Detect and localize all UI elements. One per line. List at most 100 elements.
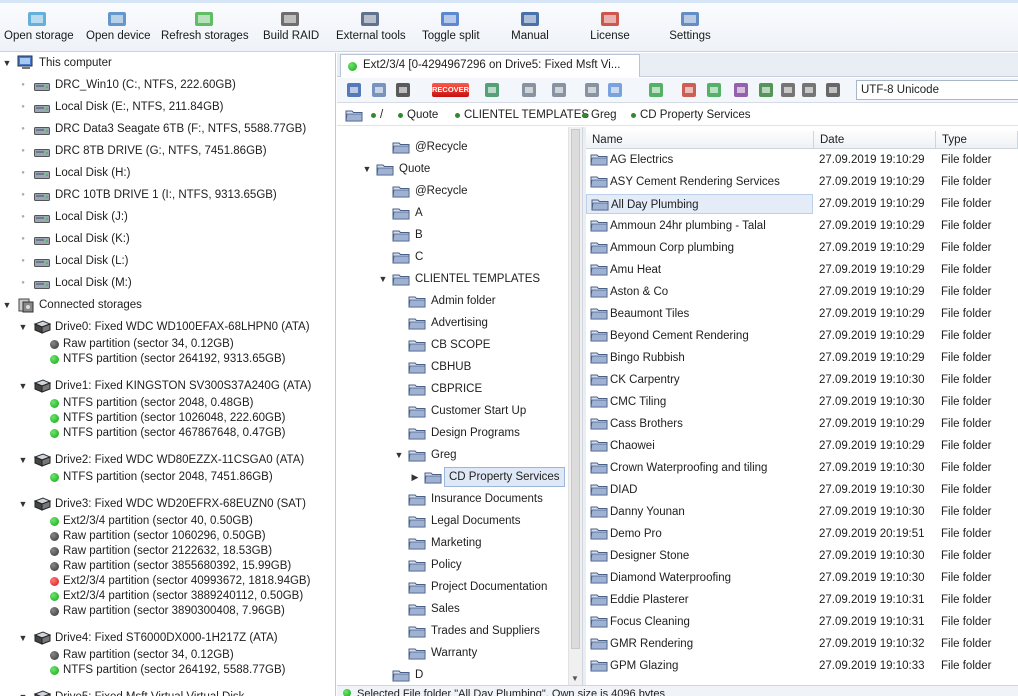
breadcrumb-item[interactable]: CD Property Services bbox=[640, 104, 751, 126]
file-row[interactable]: Demo Pro 27.09.2019 20:19:51 File folder bbox=[586, 523, 1018, 545]
column-header-date[interactable]: Date bbox=[814, 131, 936, 149]
expand-toggle-icon[interactable]: ▼ bbox=[394, 446, 404, 464]
file-row[interactable]: Ammoun 24hr plumbing - Talal 27.09.2019 1… bbox=[586, 215, 1018, 237]
tree-drive[interactable]: ▼ Drive3: Fixed WDC WD20EFRX-68EUZN0 (SAT… bbox=[0, 495, 335, 513]
folder-tree-item[interactable]: C bbox=[337, 248, 567, 266]
folder-tree[interactable]: @Recycle ▼ Quote @Recycle A B C ▼ CLIENTEL TEMPL… bbox=[337, 127, 582, 685]
breadcrumb-item[interactable]: / bbox=[380, 104, 383, 126]
file-row[interactable]: Danny Younan 27.09.2019 19:10:30 File fold… bbox=[586, 501, 1018, 523]
file-tool-16-icon[interactable] bbox=[824, 81, 842, 99]
folder-tree-item[interactable]: Advertising bbox=[337, 314, 567, 332]
folder-tree-item[interactable]: Admin folder bbox=[337, 292, 567, 310]
file-tool-2-icon[interactable] bbox=[370, 81, 388, 99]
file-tool-9-icon[interactable] bbox=[647, 81, 665, 99]
folder-tree-item[interactable]: @Recycle bbox=[337, 182, 567, 200]
tree-connected-storages[interactable]: ▼ Connected storages bbox=[0, 296, 335, 314]
breadcrumb-item[interactable]: CLIENTEL TEMPLATES bbox=[464, 104, 589, 126]
tree-partition[interactable]: Raw partition (sector 3890300408, 7.96GB… bbox=[0, 602, 335, 620]
expand-toggle-icon[interactable]: ▼ bbox=[18, 495, 28, 513]
scroll-down-icon[interactable]: ▼ bbox=[571, 674, 579, 683]
file-tool-13-icon[interactable] bbox=[757, 81, 775, 99]
expand-toggle-icon[interactable]: ▼ bbox=[18, 451, 28, 469]
folder-tree-item[interactable]: CBPRICE bbox=[337, 380, 567, 398]
tree-partition[interactable]: NTFS partition (sector 264192, 5588.77GB… bbox=[0, 661, 335, 679]
file-row[interactable]: GPM Glazing 27.09.2019 19:10:33 File folde… bbox=[586, 655, 1018, 677]
folder-tree-item[interactable]: Design Programs bbox=[337, 424, 567, 442]
file-tool-3-icon[interactable] bbox=[394, 81, 412, 99]
file-row[interactable]: Beaumont Tiles 27.09.2019 19:10:29 File fo… bbox=[586, 303, 1018, 325]
file-row[interactable]: All Day Plumbing 27.09.2019 19:10:29 File … bbox=[586, 193, 1018, 215]
file-tool-4-icon[interactable] bbox=[483, 81, 501, 99]
folder-tree-item[interactable]: ▼ Quote bbox=[337, 160, 567, 178]
tree-drive[interactable]: ▼ Drive2: Fixed WDC WD80EZZX-11CSGA0 (ATA… bbox=[0, 451, 335, 469]
column-header-name[interactable]: Name bbox=[586, 131, 814, 149]
file-row[interactable]: ASY Cement Rendering Services 27.09.2019 … bbox=[586, 171, 1018, 193]
folder-tree-item[interactable]: D bbox=[337, 666, 567, 684]
expand-toggle-icon[interactable]: ▼ bbox=[362, 160, 372, 178]
folder-tree-item[interactable]: Marketing bbox=[337, 534, 567, 552]
column-header-type[interactable]: Type bbox=[936, 131, 1018, 149]
expand-toggle-icon[interactable]: ▼ bbox=[18, 629, 28, 647]
folder-tree-item[interactable]: CBHUB bbox=[337, 358, 567, 376]
file-row[interactable]: AG Electrics 27.09.2019 19:10:29 File fold… bbox=[586, 149, 1018, 171]
folder-tree-scrollbar[interactable]: ▼ bbox=[568, 127, 582, 685]
file-row[interactable]: Beyond Cement Rendering 27.09.2019 19:10:… bbox=[586, 325, 1018, 347]
open-device-button[interactable]: Open device bbox=[86, 6, 151, 50]
scrollbar-thumb[interactable] bbox=[571, 129, 580, 649]
folder-tree-item[interactable]: Customer Start Up bbox=[337, 402, 567, 420]
tree-local-drive[interactable]: ● Local Disk (L:) bbox=[0, 252, 335, 270]
manual-button[interactable]: Manual bbox=[511, 6, 549, 50]
tab-partition[interactable]: Ext2/3/4 [0-4294967296 on Drive5: Fixed … bbox=[340, 54, 640, 77]
file-row[interactable]: Designer Stone 27.09.2019 19:10:30 File fo… bbox=[586, 545, 1018, 567]
expand-toggle-icon[interactable]: ▼ bbox=[378, 270, 388, 288]
tree-local-drive[interactable]: ● Local Disk (K:) bbox=[0, 230, 335, 248]
file-row[interactable]: Bingo Rubbish 27.09.2019 19:10:29 File fol… bbox=[586, 347, 1018, 369]
expand-toggle-icon[interactable]: ▼ bbox=[18, 377, 28, 395]
file-tool-14-icon[interactable] bbox=[779, 81, 797, 99]
file-row[interactable]: CK Carpentry 27.09.2019 19:10:30 File fold… bbox=[586, 369, 1018, 391]
file-tool-15-icon[interactable] bbox=[800, 81, 818, 99]
tree-local-drive[interactable]: ● Local Disk (H:) bbox=[0, 164, 335, 182]
recover-button[interactable]: RECOVER bbox=[432, 83, 469, 97]
file-row[interactable]: Focus Cleaning 27.09.2019 19:10:31 File fo… bbox=[586, 611, 1018, 633]
folder-tree-item[interactable]: ▶ CD Property Services bbox=[337, 467, 567, 487]
tree-partition[interactable]: NTFS partition (sector 264192, 9313.65GB… bbox=[0, 350, 335, 368]
folder-tree-item[interactable]: B bbox=[337, 226, 567, 244]
file-row[interactable]: Aston & Co 27.09.2019 19:10:29 File folder bbox=[586, 281, 1018, 303]
file-row[interactable]: CMC Tiling 27.09.2019 19:10:30 File folder bbox=[586, 391, 1018, 413]
file-row[interactable]: Eddie Plasterer 27.09.2019 19:10:31 File f… bbox=[586, 589, 1018, 611]
refresh-storages-button[interactable]: Refresh storages bbox=[161, 6, 249, 50]
license-button[interactable]: License bbox=[590, 6, 630, 50]
toggle-split-button[interactable]: Toggle split bbox=[422, 6, 480, 50]
file-row[interactable]: DIAD 27.09.2019 19:10:30 File folder bbox=[586, 479, 1018, 501]
folder-tree-item[interactable]: Policy bbox=[337, 556, 567, 574]
folder-tree-item[interactable]: ▼ CLIENTEL TEMPLATES bbox=[337, 270, 567, 288]
tree-local-drive[interactable]: ● Local Disk (E:, NTFS, 211.84GB) bbox=[0, 98, 335, 116]
tree-local-drive[interactable]: ● DRC_Win10 (C:, NTFS, 222.60GB) bbox=[0, 76, 335, 94]
tree-drive[interactable]: ▼ Drive4: Fixed ST6000DX000-1H217Z (ATA) bbox=[0, 629, 335, 647]
file-row[interactable]: Diamond Waterproofing 27.09.2019 19:10:30… bbox=[586, 567, 1018, 589]
file-row[interactable]: Cass Brothers 27.09.2019 19:10:29 File fol… bbox=[586, 413, 1018, 435]
file-tool-6-icon[interactable] bbox=[550, 81, 568, 99]
file-tool-10-icon[interactable] bbox=[680, 81, 698, 99]
storage-tree[interactable]: ▼ This computer ● DRC_Win10 (C:, NTFS, 222.… bbox=[0, 53, 336, 696]
file-tool-7-icon[interactable] bbox=[583, 81, 601, 99]
file-tool-1-icon[interactable] bbox=[345, 81, 363, 99]
expand-toggle-icon[interactable]: ▼ bbox=[2, 54, 12, 72]
folder-tree-item[interactable]: Insurance Documents bbox=[337, 490, 567, 508]
file-row[interactable]: Ammoun Corp plumbing 27.09.2019 19:10:29 F… bbox=[586, 237, 1018, 259]
breadcrumb-item[interactable]: Greg bbox=[591, 104, 617, 126]
file-tool-11-icon[interactable] bbox=[705, 81, 723, 99]
tree-local-drive[interactable]: ● DRC 8TB DRIVE (G:, NTFS, 7451.86GB) bbox=[0, 142, 335, 160]
tree-drive[interactable]: ▼ Drive1: Fixed KINGSTON SV300S37A240G (A… bbox=[0, 377, 335, 395]
expand-toggle-icon[interactable]: ▶ bbox=[410, 468, 420, 486]
folder-tree-item[interactable]: A bbox=[337, 204, 567, 222]
encoding-select[interactable]: UTF-8 Unicode bbox=[856, 80, 1018, 100]
tree-partition[interactable]: NTFS partition (sector 467867648, 0.47GB… bbox=[0, 424, 335, 442]
build-raid-button[interactable]: Build RAID bbox=[263, 6, 319, 50]
tree-this-computer[interactable]: ▼ This computer bbox=[0, 54, 335, 72]
file-row[interactable]: Chaowei 27.09.2019 19:10:29 File folder bbox=[586, 435, 1018, 457]
file-tool-8-icon[interactable] bbox=[606, 81, 624, 99]
breadcrumb-item[interactable]: Quote bbox=[407, 104, 438, 126]
folder-tree-item[interactable]: Legal Documents bbox=[337, 512, 567, 530]
